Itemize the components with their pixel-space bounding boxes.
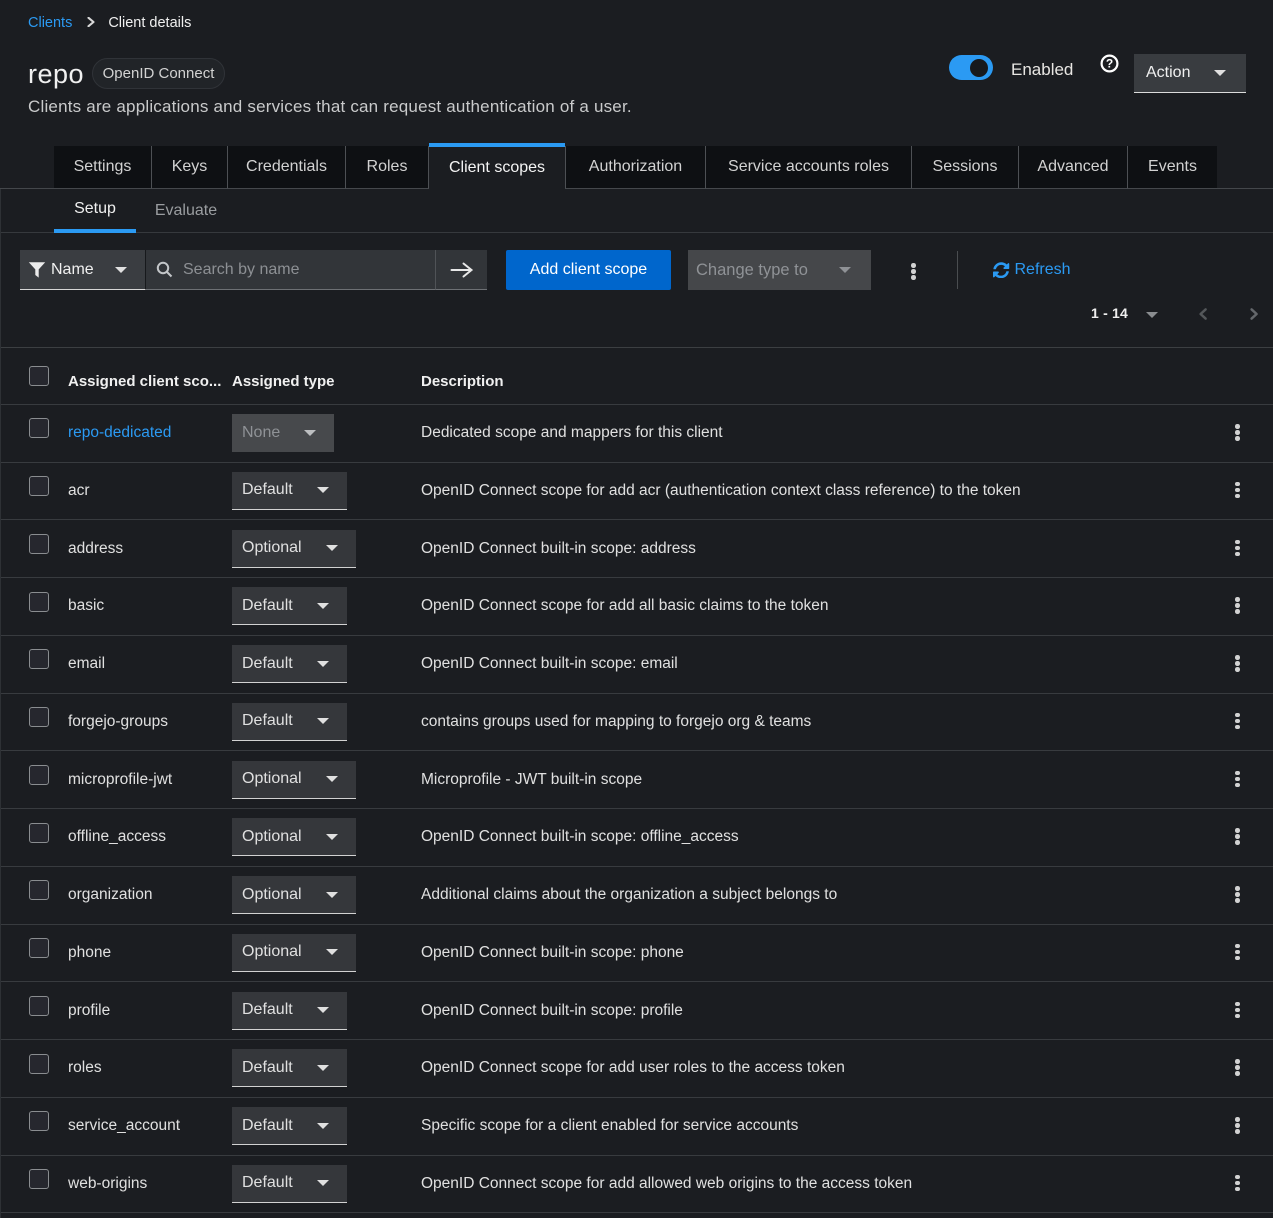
svg-text:?: ? (1106, 57, 1113, 71)
